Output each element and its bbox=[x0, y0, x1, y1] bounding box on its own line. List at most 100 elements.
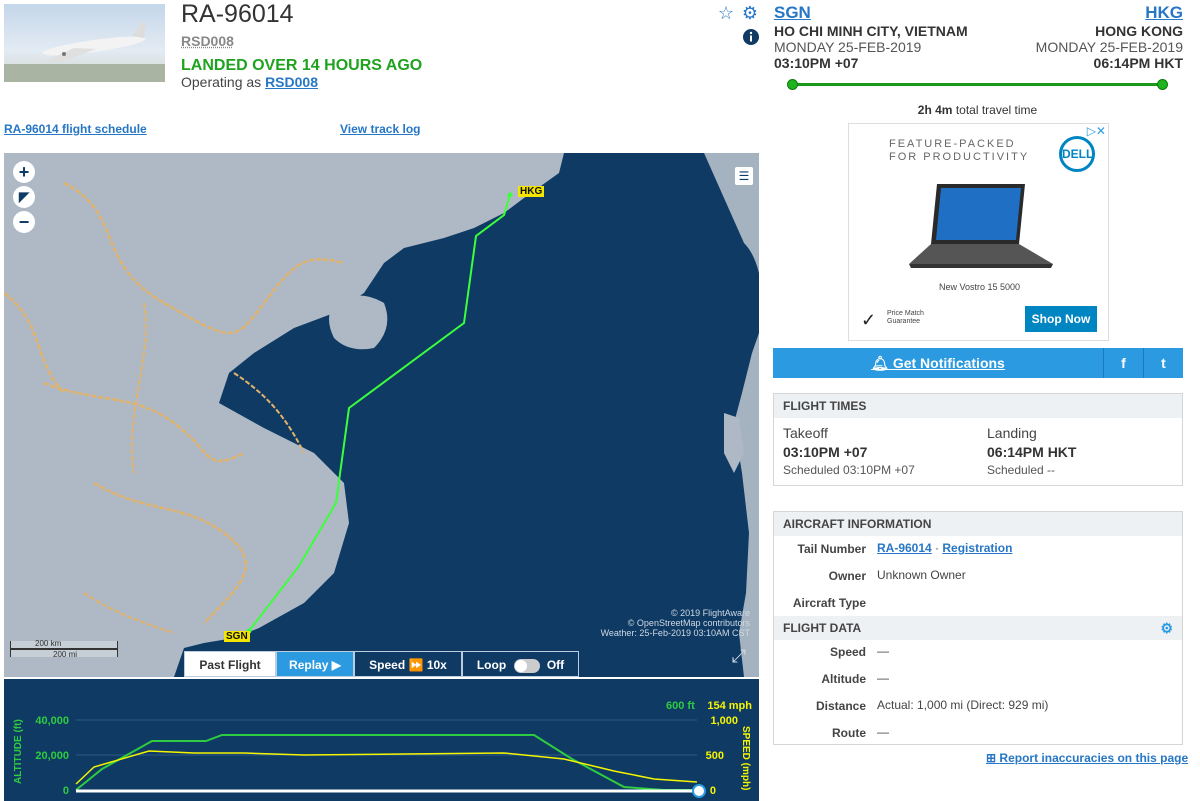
shop-now-button[interactable]: Shop Now bbox=[1025, 306, 1097, 332]
travel-time: 2h 4m total travel time bbox=[800, 103, 1155, 117]
replay-label: Replay bbox=[289, 658, 329, 672]
flight-ident: RA-96014 bbox=[181, 0, 294, 28]
get-notifications-label: Get Notifications bbox=[892, 355, 1005, 371]
takeoff-scheduled: Scheduled 03:10PM +07 bbox=[783, 463, 915, 477]
speed-value: 10x bbox=[426, 658, 447, 672]
flight-map[interactable]: + ◤ − ☰ HKG SGN © 2019 FlightAware © Ope… bbox=[4, 153, 759, 677]
track-log-link[interactable]: View track log bbox=[340, 122, 420, 136]
landing-scheduled: Scheduled -- bbox=[987, 463, 1056, 477]
operating-prefix: Operating as bbox=[181, 74, 262, 90]
speed-tick: 500 bbox=[705, 750, 724, 762]
chart-canvas bbox=[75, 719, 706, 798]
speed-tick: 0 bbox=[709, 785, 716, 797]
flight-data-title-text: FLIGHT DATA bbox=[783, 621, 862, 635]
attribution-line: Weather: 25-Feb-2019 03:10AM CST bbox=[600, 628, 750, 638]
flight-status: LANDED OVER 14 HOURS AGO bbox=[181, 57, 423, 74]
loop-toggle[interactable] bbox=[513, 658, 540, 673]
destination-time: 06:14PM HKT bbox=[1093, 55, 1183, 71]
ad-choices-icon[interactable]: ▷✕ bbox=[1087, 124, 1106, 138]
landing-label: Landing bbox=[987, 425, 1037, 441]
takeoff-column: Takeoff 03:10PM +07 Scheduled 03:10PM +0… bbox=[783, 425, 915, 477]
takeoff-label: Takeoff bbox=[783, 425, 828, 441]
altitude-label: Altitude bbox=[821, 672, 866, 686]
loop-control[interactable]: Loop Off bbox=[462, 651, 579, 677]
loop-label: Loop bbox=[476, 658, 507, 672]
speed-label: Speed bbox=[829, 645, 866, 659]
ad-price-match: Price Match Guarantee bbox=[887, 310, 924, 326]
aircraft-type-label: Aircraft Type bbox=[792, 596, 866, 610]
destination-code[interactable]: HKG bbox=[1036, 3, 1183, 23]
route-label: Route bbox=[832, 726, 866, 740]
landing-column: Landing 06:14PM HKT Scheduled -- bbox=[987, 425, 1076, 477]
owner-value: Unknown Owner bbox=[877, 568, 966, 582]
checkmark-icon: ✓ bbox=[861, 310, 877, 330]
attribution-line: © 2019 FlightAware bbox=[670, 608, 750, 618]
ad-headline: FEATURE-PACKED FOR PRODUCTIVITY bbox=[889, 138, 1029, 164]
route-value: — bbox=[877, 725, 889, 739]
speed-tick: 1,000 bbox=[710, 715, 738, 727]
speed-label: Speed bbox=[369, 658, 406, 672]
zoom-in-button[interactable]: + bbox=[13, 161, 35, 183]
bell-icon: 🔔︎ bbox=[871, 355, 889, 371]
destination-block: HKG HONG KONG MONDAY 25-FEB-2019 06:14PM… bbox=[1036, 3, 1183, 71]
scale-km: 200 km bbox=[35, 639, 62, 648]
past-flight-tab[interactable]: Past Flight bbox=[184, 651, 276, 677]
current-altitude: 600 ft bbox=[666, 700, 695, 712]
fullscreen-icon[interactable]: ⤢ bbox=[728, 645, 750, 667]
map-label-dest: HKG bbox=[518, 186, 545, 197]
altitude-tick: 20,000 bbox=[35, 750, 69, 762]
twitter-icon[interactable]: t bbox=[1143, 348, 1183, 378]
compass-icon[interactable]: ◤ bbox=[13, 186, 35, 208]
progress-bar bbox=[792, 83, 1163, 86]
origin-block: SGN HO CHI MINH CITY, VIETNAM MONDAY 25-… bbox=[774, 3, 968, 71]
aircraft-info-title: AIRCRAFT INFORMATION bbox=[774, 512, 1182, 536]
destination-dot bbox=[1157, 79, 1168, 90]
report-inaccuracies-link[interactable]: ⊞ Report inaccuracies on this page bbox=[986, 751, 1188, 765]
advertisement[interactable]: ▷✕ FEATURE-PACKED FOR PRODUCTIVITY DELL … bbox=[848, 123, 1109, 341]
origin-time: 03:10PM +07 bbox=[774, 55, 859, 71]
play-icon: ▶ bbox=[331, 658, 341, 672]
loop-state: Off bbox=[546, 658, 565, 672]
gear-icon[interactable]: ⚙ bbox=[741, 4, 759, 22]
flight-times-panel: FLIGHT TIMES Takeoff 03:10PM +07 Schedul… bbox=[773, 393, 1183, 486]
laptop-image bbox=[909, 184, 1053, 268]
travel-duration: 2h 4m bbox=[917, 103, 953, 117]
attribution-line: © OpenStreetMap contributors bbox=[627, 618, 750, 628]
operating-code-link[interactable]: RSD008 bbox=[265, 74, 318, 90]
ad-headline-line: FOR PRODUCTIVITY bbox=[889, 151, 1030, 163]
origin-code[interactable]: SGN bbox=[774, 3, 968, 23]
layers-icon[interactable]: ☰ bbox=[735, 167, 753, 185]
flight-times-title: FLIGHT TIMES bbox=[774, 394, 1182, 418]
distance-label: Distance bbox=[815, 699, 866, 713]
ad-headline-line: FEATURE-PACKED bbox=[889, 138, 1016, 150]
origin-dot bbox=[787, 79, 798, 90]
scale-mi: 200 mi bbox=[53, 650, 78, 659]
ad-model: New Vostro 15 5000 bbox=[938, 282, 1021, 292]
star-icon[interactable]: ☆ bbox=[717, 4, 735, 22]
speed-value: — bbox=[877, 644, 889, 658]
get-notifications-button[interactable]: 🔔︎ Get Notifications bbox=[773, 348, 1103, 378]
airplane-photo-image bbox=[4, 22, 165, 82]
dell-logo: DELL bbox=[1059, 136, 1095, 172]
altitude-tick: 0 bbox=[62, 785, 69, 797]
landing-time: 06:14PM HKT bbox=[987, 444, 1077, 460]
tail-separator: · bbox=[935, 541, 940, 555]
origin-date: MONDAY 25-FEB-2019 bbox=[774, 39, 922, 55]
gear-icon[interactable]: ⚙ bbox=[1160, 616, 1173, 640]
flight-schedule-link[interactable]: RA-96014 flight schedule bbox=[4, 122, 147, 136]
callsign[interactable]: RSD008 bbox=[181, 33, 234, 49]
flight-data-title: FLIGHT DATA ⚙ bbox=[774, 616, 1182, 640]
tail-number-link[interactable]: RA-96014 bbox=[877, 541, 932, 555]
map-label-origin: SGN bbox=[224, 631, 250, 642]
registration-link[interactable]: Registration bbox=[942, 541, 1012, 555]
facebook-icon[interactable]: f bbox=[1103, 348, 1143, 378]
info-icon[interactable] bbox=[742, 28, 760, 46]
replay-button[interactable]: Replay ▶ bbox=[276, 651, 354, 677]
zoom-out-button[interactable]: − bbox=[13, 211, 35, 233]
speed-control[interactable]: Speed ⏩ 10x bbox=[354, 651, 462, 677]
altitude-speed-chart[interactable]: ALTITUDE (ft) 40,000 20,000 0 600 ft 154… bbox=[4, 679, 759, 801]
aircraft-photo[interactable] bbox=[4, 4, 165, 82]
distance-value: Actual: 1,000 mi (Direct: 929 mi) bbox=[877, 698, 1049, 712]
altitude-value: — bbox=[877, 671, 889, 685]
plus-icon: ⊞ bbox=[986, 751, 997, 765]
